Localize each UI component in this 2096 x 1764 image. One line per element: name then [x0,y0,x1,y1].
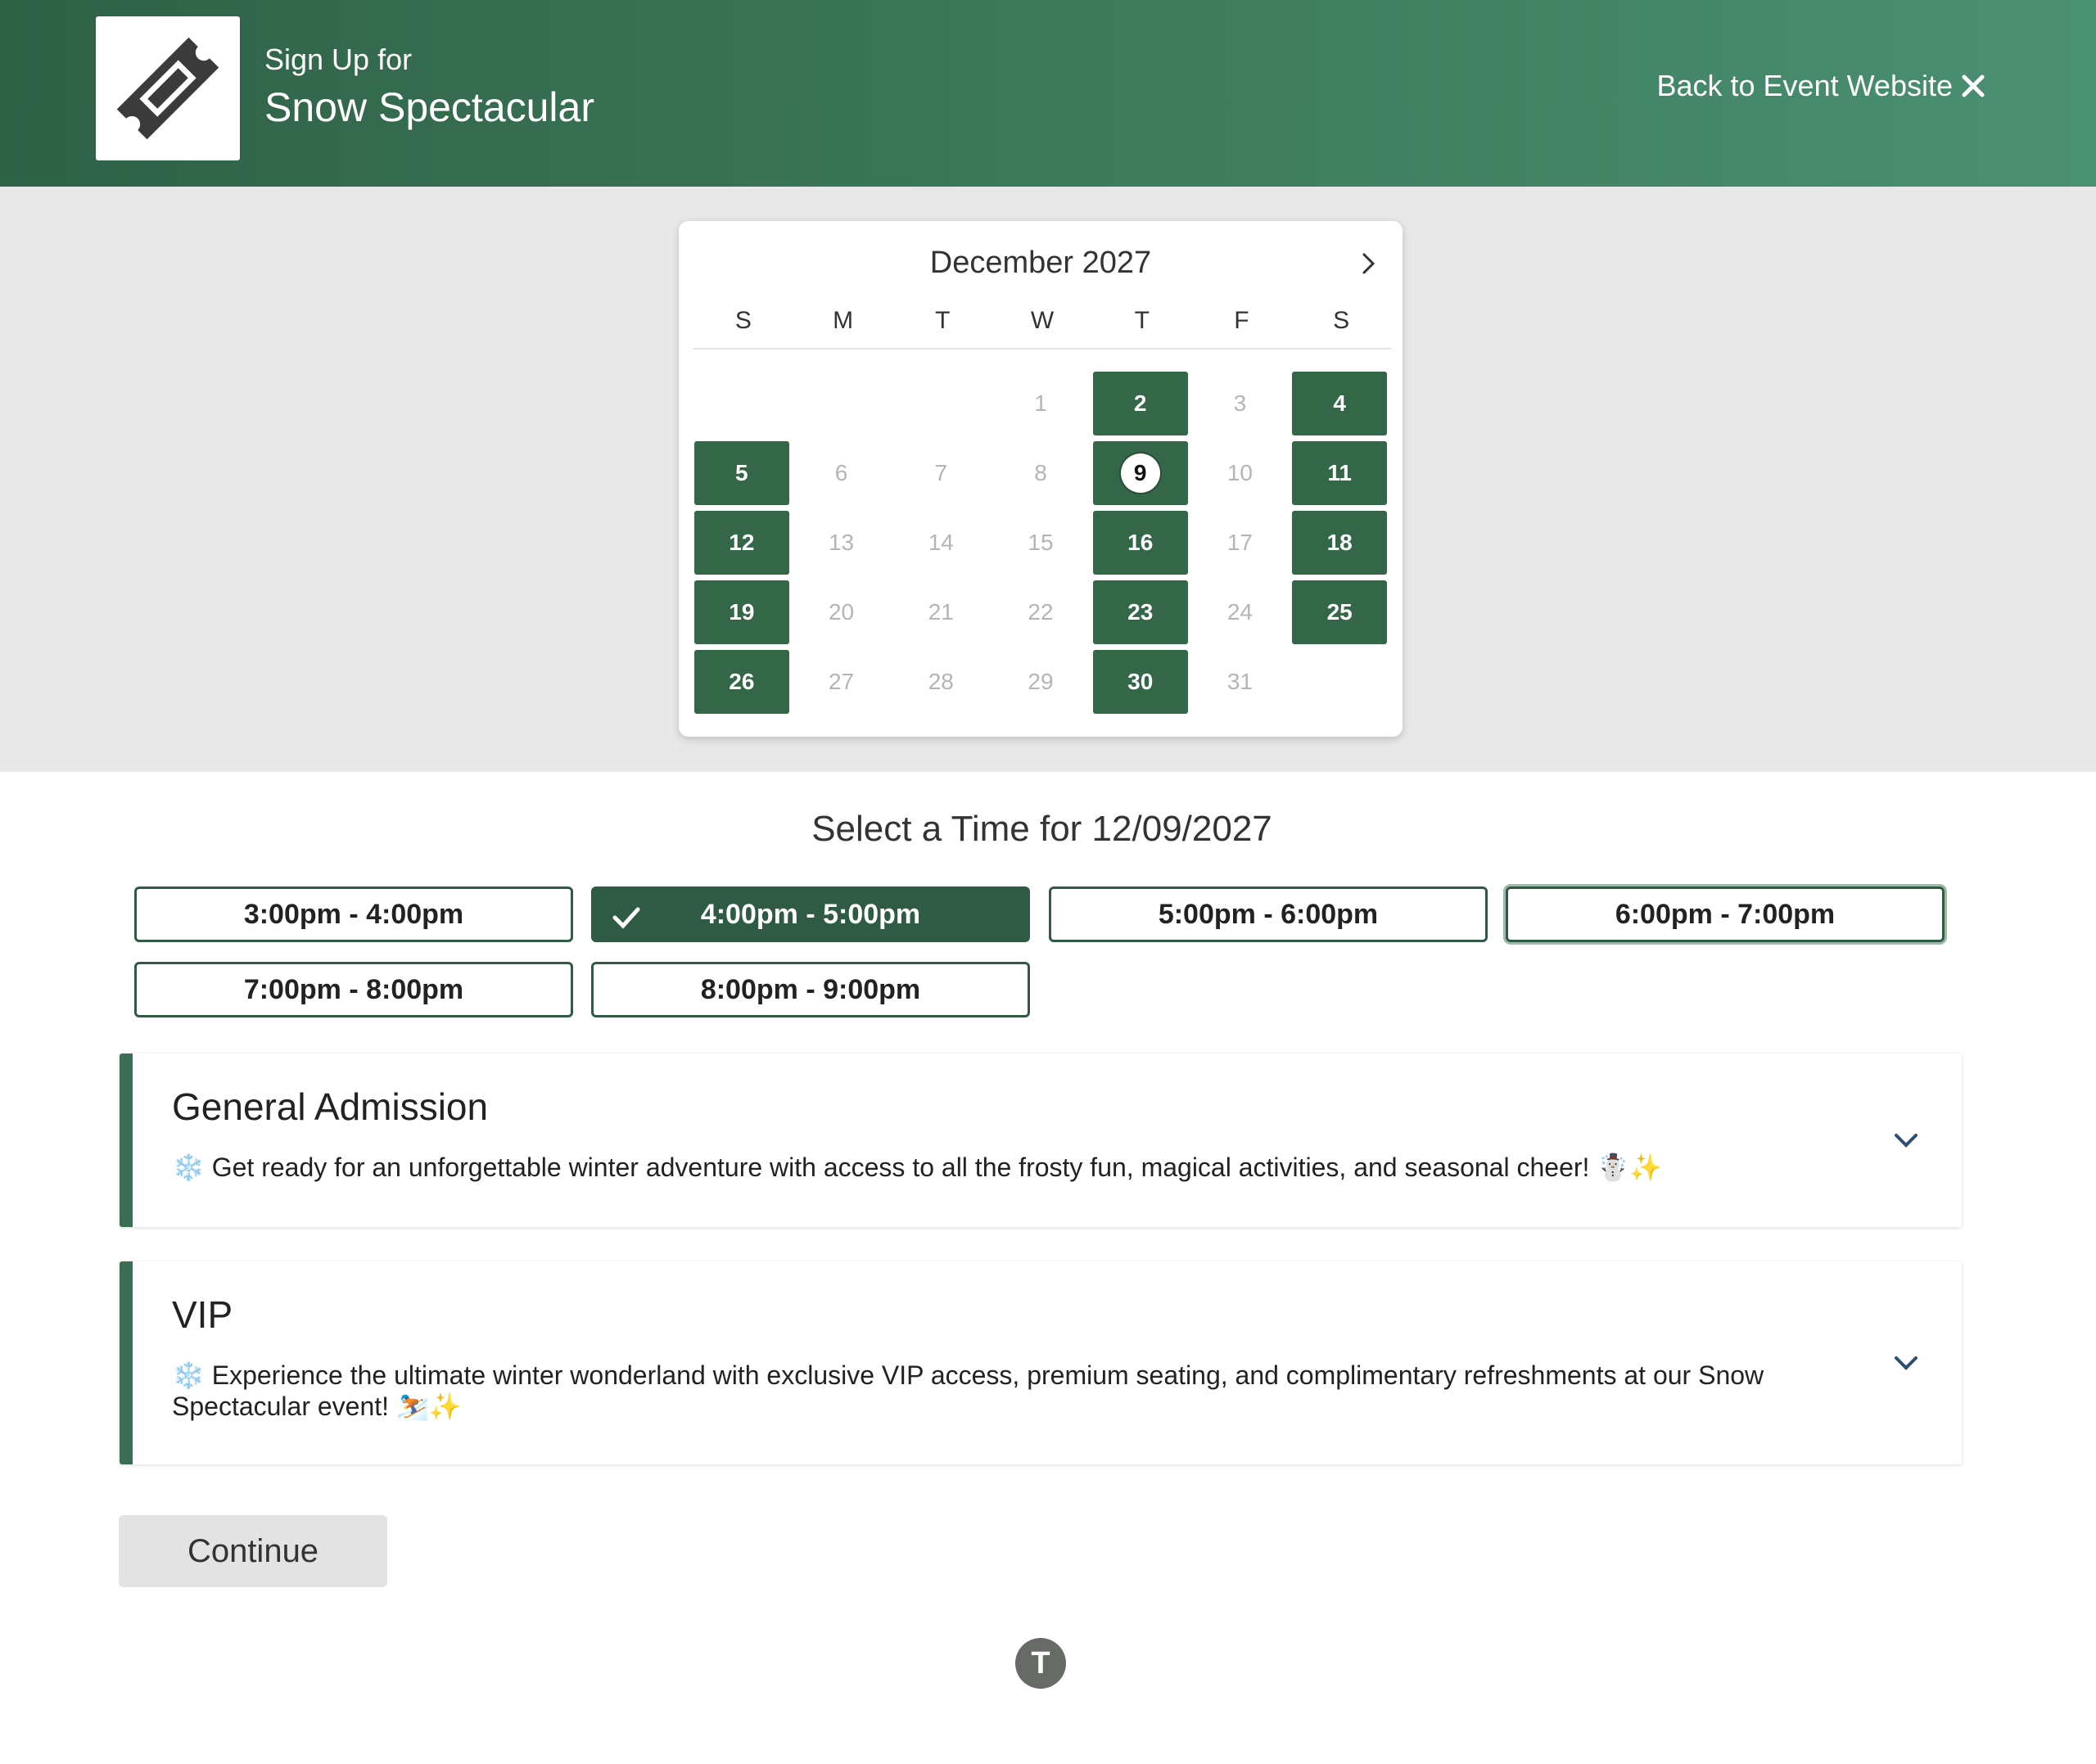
weekday-label: T [935,307,951,334]
weekday-label: F [1234,307,1249,334]
weekday-label: T [1134,307,1150,334]
time-slot-label: 8:00pm - 9:00pm [700,973,921,1005]
chevron-down-icon[interactable] [1890,1347,1922,1379]
weekday-label: M [833,307,854,334]
calendar-day-unavailable: 14 [928,529,954,555]
calendar-day-button[interactable]: 11 [1292,440,1388,505]
calendar-day-button[interactable]: 19 [693,580,789,644]
page-header: Sign Up for Snow Spectacular Back to Eve… [0,0,2096,187]
time-slot-label: 3:00pm - 4:00pm [243,898,464,930]
calendar-day-unavailable: 27 [828,668,855,694]
time-slot-button[interactable]: 7:00pm - 8:00pm [134,962,573,1017]
close-icon [1962,74,1985,97]
calendar-empty-cell [891,368,991,438]
calendar-day-unavailable: 20 [828,598,855,625]
event-title: Snow Spectacular [264,84,595,130]
calendar-day-available[interactable]: 12 [692,508,792,577]
calendar-days-grid: 1 2 3 4 5 6 7 8 9 10 11 12 13 14 15 16 17 18 19 20 21 22 23 24 2… [692,368,1389,716]
calendar-day-button[interactable]: 25 [1292,580,1388,644]
ticket-description: ❄️ Get ready for an unforgettable winter… [172,1153,1662,1182]
time-slot-button[interactable]: 3:00pm - 4:00pm [134,887,573,942]
ticket-description: ❄️ Experience the ultimate winter wonder… [172,1360,1764,1421]
calendar-day-unavailable: 21 [928,598,954,625]
next-month-button[interactable] [1350,246,1386,282]
calendar-day-unavailable: 22 [1028,598,1054,625]
calendar-day-unavailable: 6 [834,459,848,485]
ticket-icon [116,37,219,140]
calendar-day-button[interactable]: 16 [1092,510,1188,575]
ticket-card-vip[interactable]: VIP ❄️ Experience the ultimate winter wo… [120,1261,1962,1464]
calendar-day-button[interactable]: 18 [1292,510,1388,575]
calendar-month-label: December 2027 [929,246,1152,280]
calendar-day-unavailable: 7 [934,459,948,485]
calendar-day-unavailable: 28 [928,668,954,694]
calendar-day-button[interactable]: 26 [693,649,789,714]
time-slot-label: 6:00pm - 7:00pm [1615,898,1836,930]
calendar-day-available[interactable]: 26 [692,647,792,716]
weekday-label: S [734,307,752,334]
time-selection-heading: Select a Time for 12/09/2027 [811,809,1272,849]
calendar-day-available[interactable]: 11 [1290,438,1389,508]
calendar-day-unavailable: 10 [1226,459,1253,485]
calendar-day-available[interactable]: 23 [1091,577,1190,647]
event-logo [96,16,240,160]
chevron-right-icon [1362,253,1376,274]
calendar-day-available[interactable]: 2 [1091,368,1190,438]
time-slot-label: 7:00pm - 8:00pm [243,973,464,1005]
time-slot-button[interactable]: 5:00pm - 6:00pm [1049,887,1488,942]
chevron-down-icon[interactable] [1890,1124,1922,1157]
time-slot-label: 4:00pm - 5:00pm [700,898,921,930]
calendar-day-button[interactable]: 12 [693,510,789,575]
weekday-label: W [1030,307,1055,334]
calendar-day-available[interactable]: 5 [692,438,792,508]
calendar-day-available[interactable]: 18 [1290,508,1389,577]
calendar-day-button[interactable]: 23 [1092,580,1188,644]
calendar-day-unavailable: 1 [1034,390,1047,416]
calendar-empty-cell [692,368,792,438]
time-slot-button[interactable]: 4:00pm - 5:00pm [591,887,1030,942]
weekday-header: SMTWTFS [693,307,1391,350]
continue-button[interactable]: Continue [119,1515,387,1587]
calendar-day-unavailable: 3 [1233,390,1247,416]
calendar-day-button[interactable]: 5 [693,440,789,505]
selected-day-indicator: 9 [1120,453,1160,493]
calendar-day-unavailable: 24 [1226,598,1253,625]
calendar-day-available[interactable]: 30 [1091,647,1190,716]
back-link-label: Back to Event Website [1656,69,1953,102]
ticket-name: VIP [172,1293,233,1336]
calendar-day-unavailable: 13 [828,529,855,555]
calendar-day-unavailable: 8 [1034,459,1047,485]
calendar-day-button[interactable]: 30 [1092,649,1188,714]
calendar-day-unavailable: 31 [1226,668,1253,694]
ticket-name: General Admission [172,1085,489,1128]
calendar-day-button[interactable]: 9 [1092,440,1188,505]
calendar-day-available[interactable]: 19 [692,577,792,647]
calendar-day-available[interactable]: 9 [1091,438,1190,508]
date-picker-calendar: December 2027 SMTWTFS 1 2 3 4 5 6 7 8 9 10 11 12 13 1… [679,221,1403,737]
back-to-event-link[interactable]: Back to Event Website [1656,69,1985,103]
footer-brand-badge: T [1015,1638,1066,1689]
calendar-empty-cell [792,368,892,438]
calendar-day-button[interactable]: 2 [1092,371,1188,435]
calendar-day-unavailable: 15 [1028,529,1054,555]
time-slot-button[interactable]: 6:00pm - 7:00pm [1506,887,1945,942]
calendar-day-button[interactable]: 4 [1292,371,1388,435]
ticket-card-general-admission[interactable]: General Admission ❄️ Get ready for an un… [120,1053,1962,1227]
checkmark-icon [612,907,640,929]
calendar-day-unavailable: 17 [1226,529,1253,555]
time-slot-button[interactable]: 8:00pm - 9:00pm [591,962,1030,1017]
time-slot-label: 5:00pm - 6:00pm [1158,898,1379,930]
weekday-label: S [1333,307,1350,334]
calendar-day-available[interactable]: 16 [1091,508,1190,577]
calendar-day-available[interactable]: 4 [1290,368,1389,438]
calendar-day-unavailable: 29 [1028,668,1054,694]
signup-subtitle: Sign Up for [264,43,413,76]
calendar-day-available[interactable]: 25 [1290,577,1389,647]
